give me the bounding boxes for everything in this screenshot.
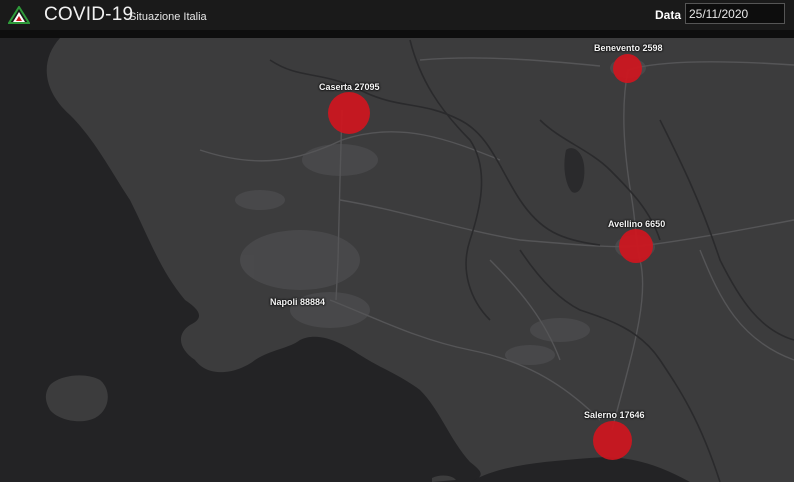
date-label: Data [655, 8, 682, 22]
app-header: COVID-19 Situazione Italia Data [0, 0, 794, 30]
app-subtitle: Situazione Italia [129, 11, 207, 23]
header-divider [0, 30, 794, 38]
map-view[interactable]: Caserta 27095 Benevento 2598 Avellino 66… [0, 38, 794, 482]
app-title: COVID-19 [44, 4, 134, 25]
marker-avellino[interactable] [619, 229, 653, 263]
marker-label-napoli: Napoli 88884 [270, 297, 326, 307]
marker-label-caserta: Caserta 27095 [319, 82, 380, 92]
urban-areas [235, 58, 655, 365]
marker-label-salerno: Salerno 17646 [584, 410, 645, 420]
marker-salerno[interactable] [593, 421, 632, 460]
civil-protection-logo-icon [8, 6, 30, 24]
marker-label-benevento: Benevento 2598 [594, 43, 663, 53]
ischia-island [45, 375, 108, 422]
marker-caserta[interactable] [328, 92, 370, 134]
marker-benevento[interactable] [613, 54, 642, 83]
gulf-of-salerno [470, 457, 690, 482]
basemap [0, 38, 794, 482]
date-input[interactable] [685, 3, 785, 24]
marker-label-avellino: Avellino 6650 [608, 219, 666, 229]
lake [564, 148, 585, 193]
